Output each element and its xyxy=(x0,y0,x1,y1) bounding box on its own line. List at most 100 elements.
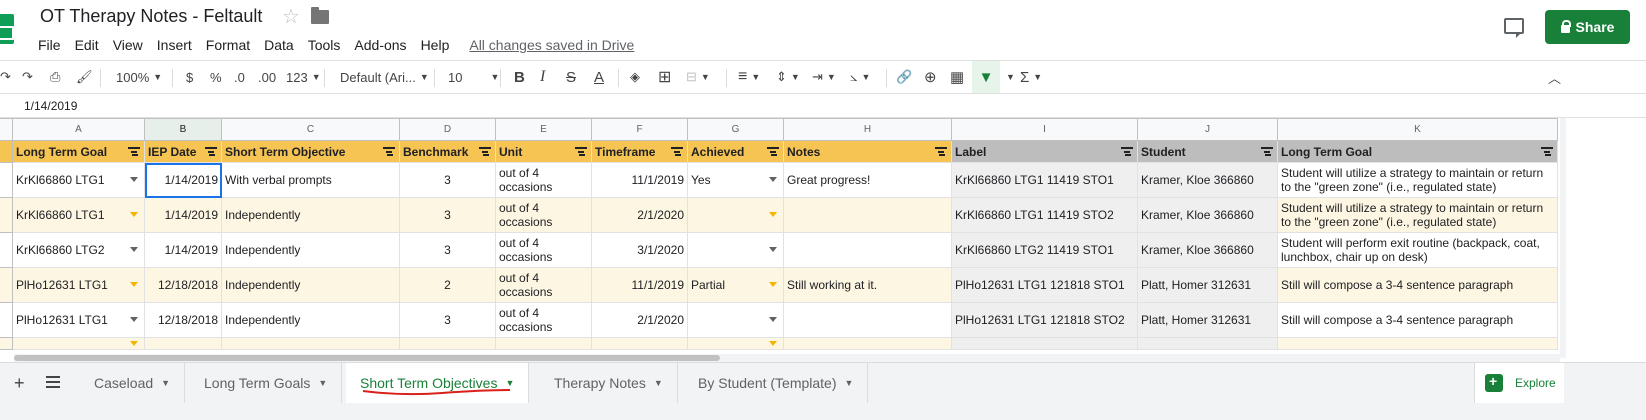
link-icon[interactable]: 🔗 xyxy=(896,61,912,93)
cell-empty[interactable] xyxy=(12,337,145,350)
share-button[interactable]: Share xyxy=(1545,10,1630,44)
cell-timeframe[interactable]: 11/1/2019 xyxy=(591,267,688,303)
header-cell[interactable]: Student xyxy=(1137,140,1278,163)
column-letter-c[interactable]: C xyxy=(221,118,400,141)
cell-benchmark[interactable]: 3 xyxy=(399,197,496,233)
cell-iep-date[interactable]: 1/14/2019 xyxy=(144,232,222,268)
filter-icon[interactable] xyxy=(935,146,947,156)
chart-icon[interactable]: ▦ xyxy=(950,61,964,93)
dropdown-arrow-icon[interactable] xyxy=(130,317,138,322)
cell-short-term-objective[interactable]: Independently xyxy=(221,302,400,338)
menu-data[interactable]: Data xyxy=(264,37,294,53)
formula-bar[interactable]: 1/14/2019 xyxy=(0,94,1646,118)
explore-button[interactable]: Explore xyxy=(1474,363,1564,403)
text-rotation-icon[interactable]: ⦣ ▼ xyxy=(850,61,870,93)
menu-tools[interactable]: Tools xyxy=(308,37,341,53)
cell-label[interactable]: PlHo12631 LTG1 121818 STO1 xyxy=(951,267,1138,303)
strikethrough-button[interactable]: S xyxy=(566,61,576,93)
header-cell[interactable]: Benchmark xyxy=(399,140,496,163)
folder-icon[interactable] xyxy=(311,7,329,24)
paint-format-icon[interactable]: 🖌 xyxy=(76,61,93,93)
column-letter-k[interactable]: K xyxy=(1277,118,1558,141)
cell-student[interactable]: Platt, Homer 312631 xyxy=(1137,302,1278,338)
cell-achieved[interactable] xyxy=(687,232,784,268)
collapse-toolbar-icon[interactable]: ︿ xyxy=(1548,61,1561,93)
dropdown-arrow-icon[interactable] xyxy=(130,282,138,287)
menu-view[interactable]: View xyxy=(113,37,143,53)
filter-icon[interactable] xyxy=(479,146,491,156)
increase-decimal-button[interactable]: .00 xyxy=(258,61,276,93)
tab-caseload[interactable]: Caseload ▼ xyxy=(80,363,186,403)
cell-achieved[interactable] xyxy=(687,302,784,338)
cell-unit[interactable]: out of 4 occasions xyxy=(495,302,592,338)
dropdown-arrow-icon[interactable] xyxy=(769,317,777,322)
tab-therapy-notes[interactable]: Therapy Notes ▼ xyxy=(540,363,678,403)
cell-long-term-goal-text[interactable]: Student will perform exit routine (backp… xyxy=(1277,232,1558,268)
menu-file[interactable]: File xyxy=(38,37,61,53)
cell-notes[interactable] xyxy=(783,197,952,233)
dropdown-arrow-icon[interactable] xyxy=(769,212,777,217)
cell-short-term-objective[interactable]: Independently xyxy=(221,197,400,233)
column-letter-g[interactable]: G xyxy=(687,118,784,141)
select-all-corner[interactable] xyxy=(0,118,13,141)
dropdown-arrow-icon[interactable] xyxy=(769,282,777,287)
comment-add-icon[interactable]: ⊕ xyxy=(924,61,937,93)
cell-unit[interactable]: out of 4 occasions xyxy=(495,162,592,198)
cell-long-term-goal[interactable]: PlHo12631 LTG1 xyxy=(12,302,145,338)
cell-long-term-goal[interactable]: KrKl66860 LTG2 xyxy=(12,232,145,268)
menu-addons[interactable]: Add-ons xyxy=(354,37,406,53)
column-letter-i[interactable]: I xyxy=(951,118,1138,141)
zoom-select[interactable]: 100% ▼ xyxy=(116,61,162,93)
dropdown-arrow-icon[interactable] xyxy=(769,341,777,346)
cell-short-term-objective[interactable]: Independently xyxy=(221,267,400,303)
dropdown-arrow-icon[interactable] xyxy=(769,177,777,182)
more-formats-select[interactable]: 123 ▼ xyxy=(286,61,321,93)
bold-button[interactable]: B xyxy=(514,61,525,93)
comments-icon[interactable] xyxy=(1504,18,1524,38)
cell-notes[interactable]: Great progress! xyxy=(783,162,952,198)
column-letter-e[interactable]: E xyxy=(495,118,592,141)
horizontal-align-icon[interactable]: ≡ ▼ xyxy=(738,61,760,93)
vertical-align-icon[interactable]: ⇕ ▼ xyxy=(776,61,800,93)
column-letter-b[interactable]: B xyxy=(144,118,222,141)
header-cell[interactable]: Timeframe xyxy=(591,140,688,163)
fill-color-icon[interactable]: ◈ xyxy=(630,61,640,93)
header-cell[interactable]: Long Term Goal xyxy=(12,140,145,163)
cell-iep-date[interactable]: 12/18/2018 xyxy=(144,267,222,303)
all-sheets-menu-icon[interactable] xyxy=(46,376,60,388)
dropdown-arrow-icon[interactable] xyxy=(769,247,777,252)
add-sheet-button[interactable]: + xyxy=(14,373,25,394)
filter-icon[interactable] xyxy=(671,146,683,156)
cell-short-term-objective[interactable]: With verbal prompts xyxy=(221,162,400,198)
text-color-button[interactable]: A xyxy=(594,61,604,93)
cell-achieved[interactable]: Yes xyxy=(687,162,784,198)
cell-empty[interactable] xyxy=(687,337,784,350)
spreadsheet-grid[interactable]: A B C D E F G H I J K Long Term Goal IEP… xyxy=(0,118,1646,358)
menu-help[interactable]: Help xyxy=(421,37,450,53)
cell-iep-date[interactable]: 12/18/2018 xyxy=(144,302,222,338)
save-status[interactable]: All changes saved in Drive xyxy=(469,37,634,53)
cell-long-term-goal-text[interactable]: Still will compose a 3-4 sentence paragr… xyxy=(1277,302,1558,338)
decrease-decimal-button[interactable]: .0 xyxy=(234,61,245,93)
column-letter-j[interactable]: J xyxy=(1137,118,1278,141)
cell-label[interactable]: KrKl66860 LTG2 11419 STO1 xyxy=(951,232,1138,268)
cell-long-term-goal[interactable]: KrKl66860 LTG1 xyxy=(12,197,145,233)
cell-timeframe[interactable]: 2/1/2020 xyxy=(591,197,688,233)
menu-insert[interactable]: Insert xyxy=(157,37,192,53)
cell-long-term-goal-text[interactable]: Student will utilize a strategy to maint… xyxy=(1277,162,1558,198)
filter-icon[interactable] xyxy=(1541,146,1553,156)
filter-icon[interactable] xyxy=(205,146,217,156)
filter-icon[interactable] xyxy=(767,146,779,156)
cell-achieved[interactable] xyxy=(687,197,784,233)
tab-long-term-goals[interactable]: Long Term Goals ▼ xyxy=(190,363,343,403)
functions-icon[interactable]: Σ ▼ xyxy=(1020,61,1042,93)
tab-short-term-objectives[interactable]: Short Term Objectives ▼ xyxy=(346,363,530,403)
cell-student[interactable]: Kramer, Kloe 366860 xyxy=(1137,162,1278,198)
cell-achieved[interactable]: Partial xyxy=(687,267,784,303)
header-cell[interactable]: Short Term Objective xyxy=(221,140,400,163)
cell-short-term-objective[interactable]: Independently xyxy=(221,232,400,268)
cell-student[interactable]: Kramer, Kloe 366860 xyxy=(1137,197,1278,233)
cell-long-term-goal[interactable]: KrKl66860 LTG1 xyxy=(12,162,145,198)
borders-icon[interactable]: ⊞ xyxy=(658,61,671,93)
cell-long-term-goal-text[interactable]: Student will utilize a strategy to maint… xyxy=(1277,197,1558,233)
